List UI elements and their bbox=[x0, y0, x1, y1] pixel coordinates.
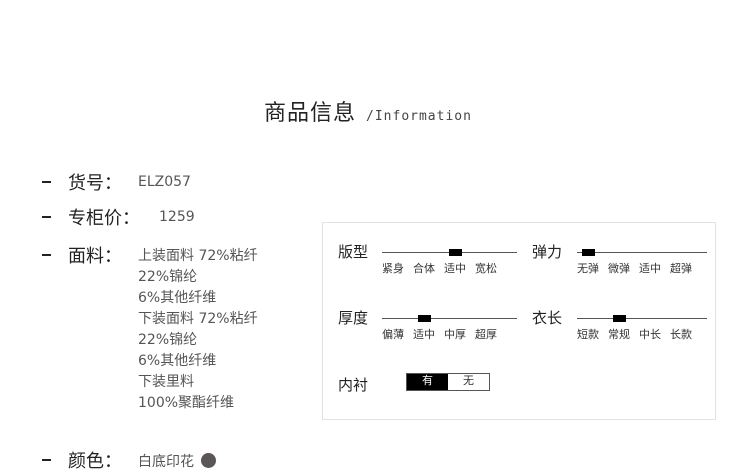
fabric-line: 6%其他纤维 bbox=[138, 290, 217, 306]
color-value-wrap: 白底印花 bbox=[138, 451, 216, 471]
page-subtitle: /Information bbox=[366, 109, 472, 124]
attr-fit-label: 版型 bbox=[338, 243, 369, 261]
scale-option: 适中 bbox=[444, 262, 466, 275]
attr-thickness-label: 厚度 bbox=[338, 309, 369, 327]
attr-length-label: 衣长 bbox=[532, 309, 563, 327]
scale-option: 超弹 bbox=[670, 262, 692, 275]
fabric-line: 上装面料 72%粘纤 bbox=[138, 248, 258, 264]
item-no-value: ELZ057 bbox=[138, 174, 191, 190]
attr-elasticity-label: 弹力 bbox=[532, 243, 563, 261]
scale-option: 紧身 bbox=[382, 262, 404, 275]
price-bullet bbox=[42, 216, 51, 218]
scale-option: 适中 bbox=[413, 328, 435, 341]
fabric-line: 100%聚酯纤维 bbox=[138, 395, 235, 411]
elasticity-scale: 无弹 微弹 适中 超弹 bbox=[577, 249, 707, 282]
scale-marker bbox=[582, 249, 595, 256]
price-label: 专柜价： bbox=[68, 208, 140, 229]
scale-option: 微弹 bbox=[608, 262, 630, 275]
scale-marker bbox=[449, 249, 462, 256]
scale-option: 偏薄 bbox=[382, 328, 404, 341]
attr-lining-label: 内衬 bbox=[338, 376, 369, 394]
fabric-composition: 上装面料 72%粘纤 22%锦纶 6%其他纤维 下装面料 72%粘纤 22%锦纶… bbox=[138, 246, 258, 414]
scale-option: 常规 bbox=[608, 328, 630, 341]
price-value: 1259 bbox=[159, 209, 195, 225]
fabric-line: 6%其他纤维 bbox=[138, 353, 217, 369]
lining-toggle: 有 无 bbox=[406, 373, 490, 391]
scale-option: 中长 bbox=[639, 328, 661, 341]
lining-option-yes: 有 bbox=[407, 374, 448, 390]
scale-option: 中厚 bbox=[444, 328, 466, 341]
scale-marker bbox=[418, 315, 431, 322]
fabric-line: 下装里料 bbox=[138, 374, 194, 390]
length-scale: 短款 常规 中长 长款 bbox=[577, 315, 707, 348]
scale-line bbox=[577, 252, 707, 253]
lining-option-no: 无 bbox=[448, 374, 489, 390]
fabric-label: 面料： bbox=[68, 246, 122, 267]
scale-option: 适中 bbox=[639, 262, 661, 275]
fabric-line: 22%锦纶 bbox=[138, 332, 198, 348]
scale-option: 长款 bbox=[670, 328, 692, 341]
attribute-panel: 版型 紧身 合体 适中 宽松 弹力 无弹 微弹 适中 超弹 厚度 偏薄 适中 中厚 超厚 衣长 短… bbox=[322, 222, 716, 420]
color-bullet bbox=[42, 459, 51, 461]
scale-option: 宽松 bbox=[475, 262, 497, 275]
fabric-bullet bbox=[42, 254, 51, 256]
color-swatch bbox=[201, 453, 216, 468]
item-no-label: 货号： bbox=[68, 173, 122, 194]
fabric-line: 22%锦纶 bbox=[138, 269, 198, 285]
thickness-scale: 偏薄 适中 中厚 超厚 bbox=[382, 315, 517, 348]
page-title: 商品信息 bbox=[264, 101, 357, 126]
scale-option: 超厚 bbox=[475, 328, 497, 341]
fabric-line: 下装面料 72%粘纤 bbox=[138, 311, 258, 327]
color-value: 白底印花 bbox=[138, 454, 194, 470]
scale-marker bbox=[613, 315, 626, 322]
scale-line bbox=[382, 318, 517, 319]
scale-option: 无弹 bbox=[577, 262, 599, 275]
scale-line bbox=[577, 318, 707, 319]
scale-option: 短款 bbox=[577, 328, 599, 341]
section-title: 商品信息 /Information bbox=[264, 95, 472, 127]
fit-scale: 紧身 合体 适中 宽松 bbox=[382, 249, 517, 282]
color-label: 颜色： bbox=[68, 451, 122, 472]
scale-option: 合体 bbox=[413, 262, 435, 275]
item-no-bullet bbox=[42, 181, 51, 183]
